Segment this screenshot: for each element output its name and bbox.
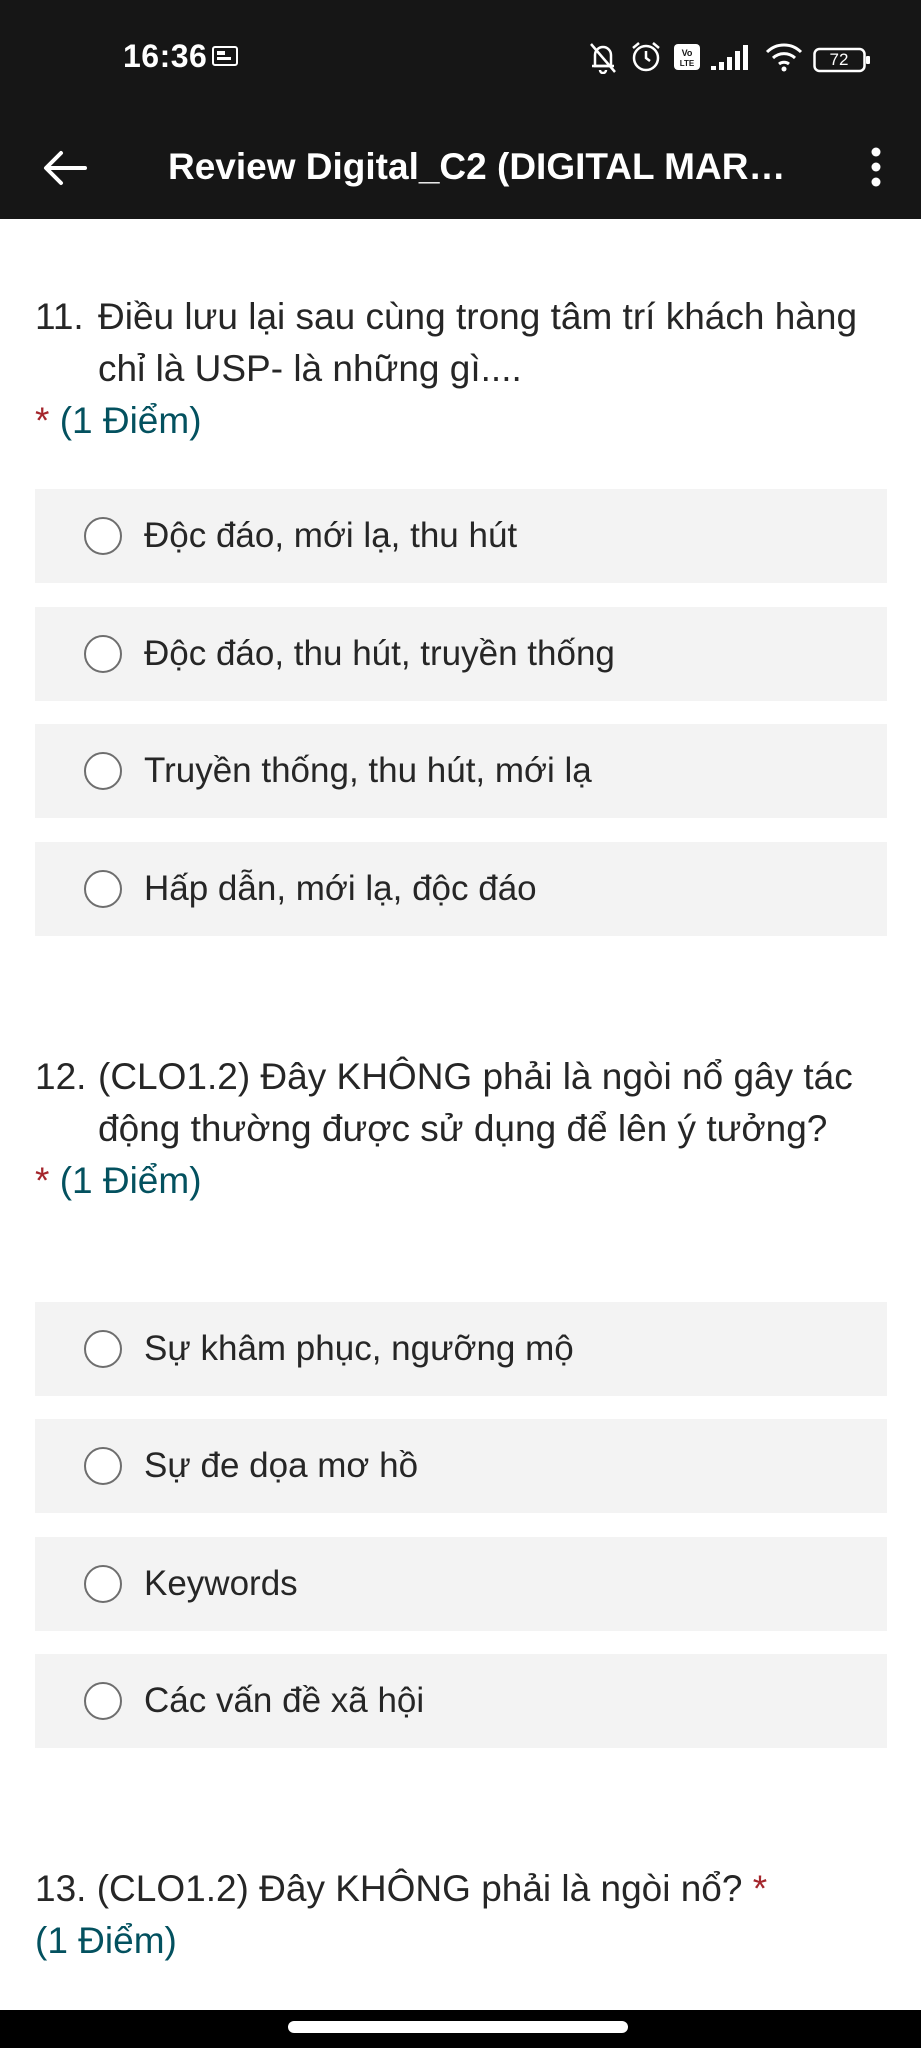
more-vertical-icon	[871, 147, 881, 187]
question-text: (CLO1.2) Đây KHÔNG phải là ngòi nổ gây t…	[98, 1056, 853, 1149]
option-q11-4[interactable]: Hấp dẫn, mới lạ, độc đáo	[35, 842, 887, 936]
option-label: Sự đe dọa mơ hồ	[144, 1446, 419, 1485]
page-title: Review Digital_C2 (DIGITAL MARKE...	[168, 146, 808, 187]
battery-level: 72	[829, 49, 849, 69]
required-marker: *	[35, 400, 50, 441]
option-q11-3[interactable]: Truyền thống, thu hút, mới lạ	[35, 724, 887, 818]
question-meta: * (1 Điểm)	[35, 395, 887, 447]
signal-icon	[711, 44, 755, 75]
question-points: (1 Điểm)	[35, 1920, 177, 1961]
app-bar: Review Digital_C2 (DIGITAL MARKE...	[0, 115, 921, 219]
radio-button[interactable]	[84, 517, 122, 555]
option-label: Các vấn đề xã hội	[144, 1681, 425, 1720]
option-label: Độc đáo, thu hút, truyền thống	[144, 634, 615, 673]
radio-button[interactable]	[84, 1682, 122, 1720]
volte-icon: Vo LTE	[673, 43, 701, 76]
question-meta: * (1 Điểm)	[35, 1155, 887, 1207]
question-11: 11. Điều lưu lại sau cùng trong tâm trí …	[35, 291, 887, 447]
more-options-button[interactable]	[851, 137, 901, 197]
option-q11-2[interactable]: Độc đáo, thu hút, truyền thống	[35, 607, 887, 701]
arrow-left-icon	[44, 151, 87, 185]
option-q12-4[interactable]: Các vấn đề xã hội	[35, 1654, 887, 1748]
question-title: 13. (CLO1.2) Đây KHÔNG phải là ngòi nổ? …	[35, 1863, 887, 1915]
required-marker: *	[752, 1868, 768, 1909]
question-number: 13.	[35, 1868, 87, 1909]
question-title: 11. Điều lưu lại sau cùng trong tâm trí …	[35, 291, 887, 395]
question-text: Điều lưu lại sau cùng trong tâm trí khác…	[98, 296, 858, 389]
option-q12-3[interactable]: Keywords	[35, 1537, 887, 1631]
option-q12-1[interactable]: Sự khâm phục, ngưỡng mộ	[35, 1302, 887, 1396]
required-marker: *	[35, 1160, 50, 1201]
wifi-icon	[765, 42, 803, 77]
status-time: 16:36	[123, 38, 208, 74]
option-label: Sự khâm phục, ngưỡng mộ	[144, 1329, 574, 1368]
option-label: Truyền thống, thu hút, mới lạ	[144, 751, 592, 790]
question-number: 12.	[35, 1056, 87, 1097]
alarm-icon	[629, 40, 663, 79]
question-number: 11.	[35, 296, 84, 337]
option-q12-2[interactable]: Sự đe dọa mơ hồ	[35, 1419, 887, 1513]
option-label: Hấp dẫn, mới lạ, độc đáo	[144, 869, 537, 908]
system-navigation-bar	[0, 2010, 921, 2048]
question-title: 12. (CLO1.2) Đây KHÔNG phải là ngòi nổ g…	[35, 1051, 887, 1155]
mute-icon	[587, 40, 619, 79]
battery-icon: 72	[813, 46, 871, 74]
question-13: 13. (CLO1.2) Đây KHÔNG phải là ngòi nổ? …	[35, 1863, 887, 1967]
svg-text:Vo: Vo	[682, 48, 693, 58]
status-bar: 16:36 Vo LTE 72	[0, 0, 921, 115]
question-points: (1 Điểm)	[59, 400, 202, 441]
notification-icon	[212, 46, 238, 71]
radio-button[interactable]	[84, 1565, 122, 1603]
option-label: Độc đáo, mới lạ, thu hút	[144, 516, 518, 555]
radio-button[interactable]	[84, 1447, 122, 1485]
home-gesture-handle[interactable]	[288, 2021, 628, 2033]
option-q11-1[interactable]: Độc đáo, mới lạ, thu hút	[35, 489, 887, 583]
radio-button[interactable]	[84, 752, 122, 790]
back-button[interactable]	[36, 139, 94, 197]
question-text: (CLO1.2) Đây KHÔNG phải là ngòi nổ?	[96, 1868, 743, 1909]
question-meta: (1 Điểm)	[35, 1915, 887, 1967]
option-label: Keywords	[144, 1564, 298, 1603]
status-icons: Vo LTE 72	[587, 40, 871, 79]
radio-button[interactable]	[84, 1330, 122, 1368]
question-points: (1 Điểm)	[59, 1160, 202, 1201]
radio-button[interactable]	[84, 870, 122, 908]
question-12: 12. (CLO1.2) Đây KHÔNG phải là ngòi nổ g…	[35, 1051, 887, 1207]
radio-button[interactable]	[84, 635, 122, 673]
svg-text:LTE: LTE	[680, 59, 695, 68]
